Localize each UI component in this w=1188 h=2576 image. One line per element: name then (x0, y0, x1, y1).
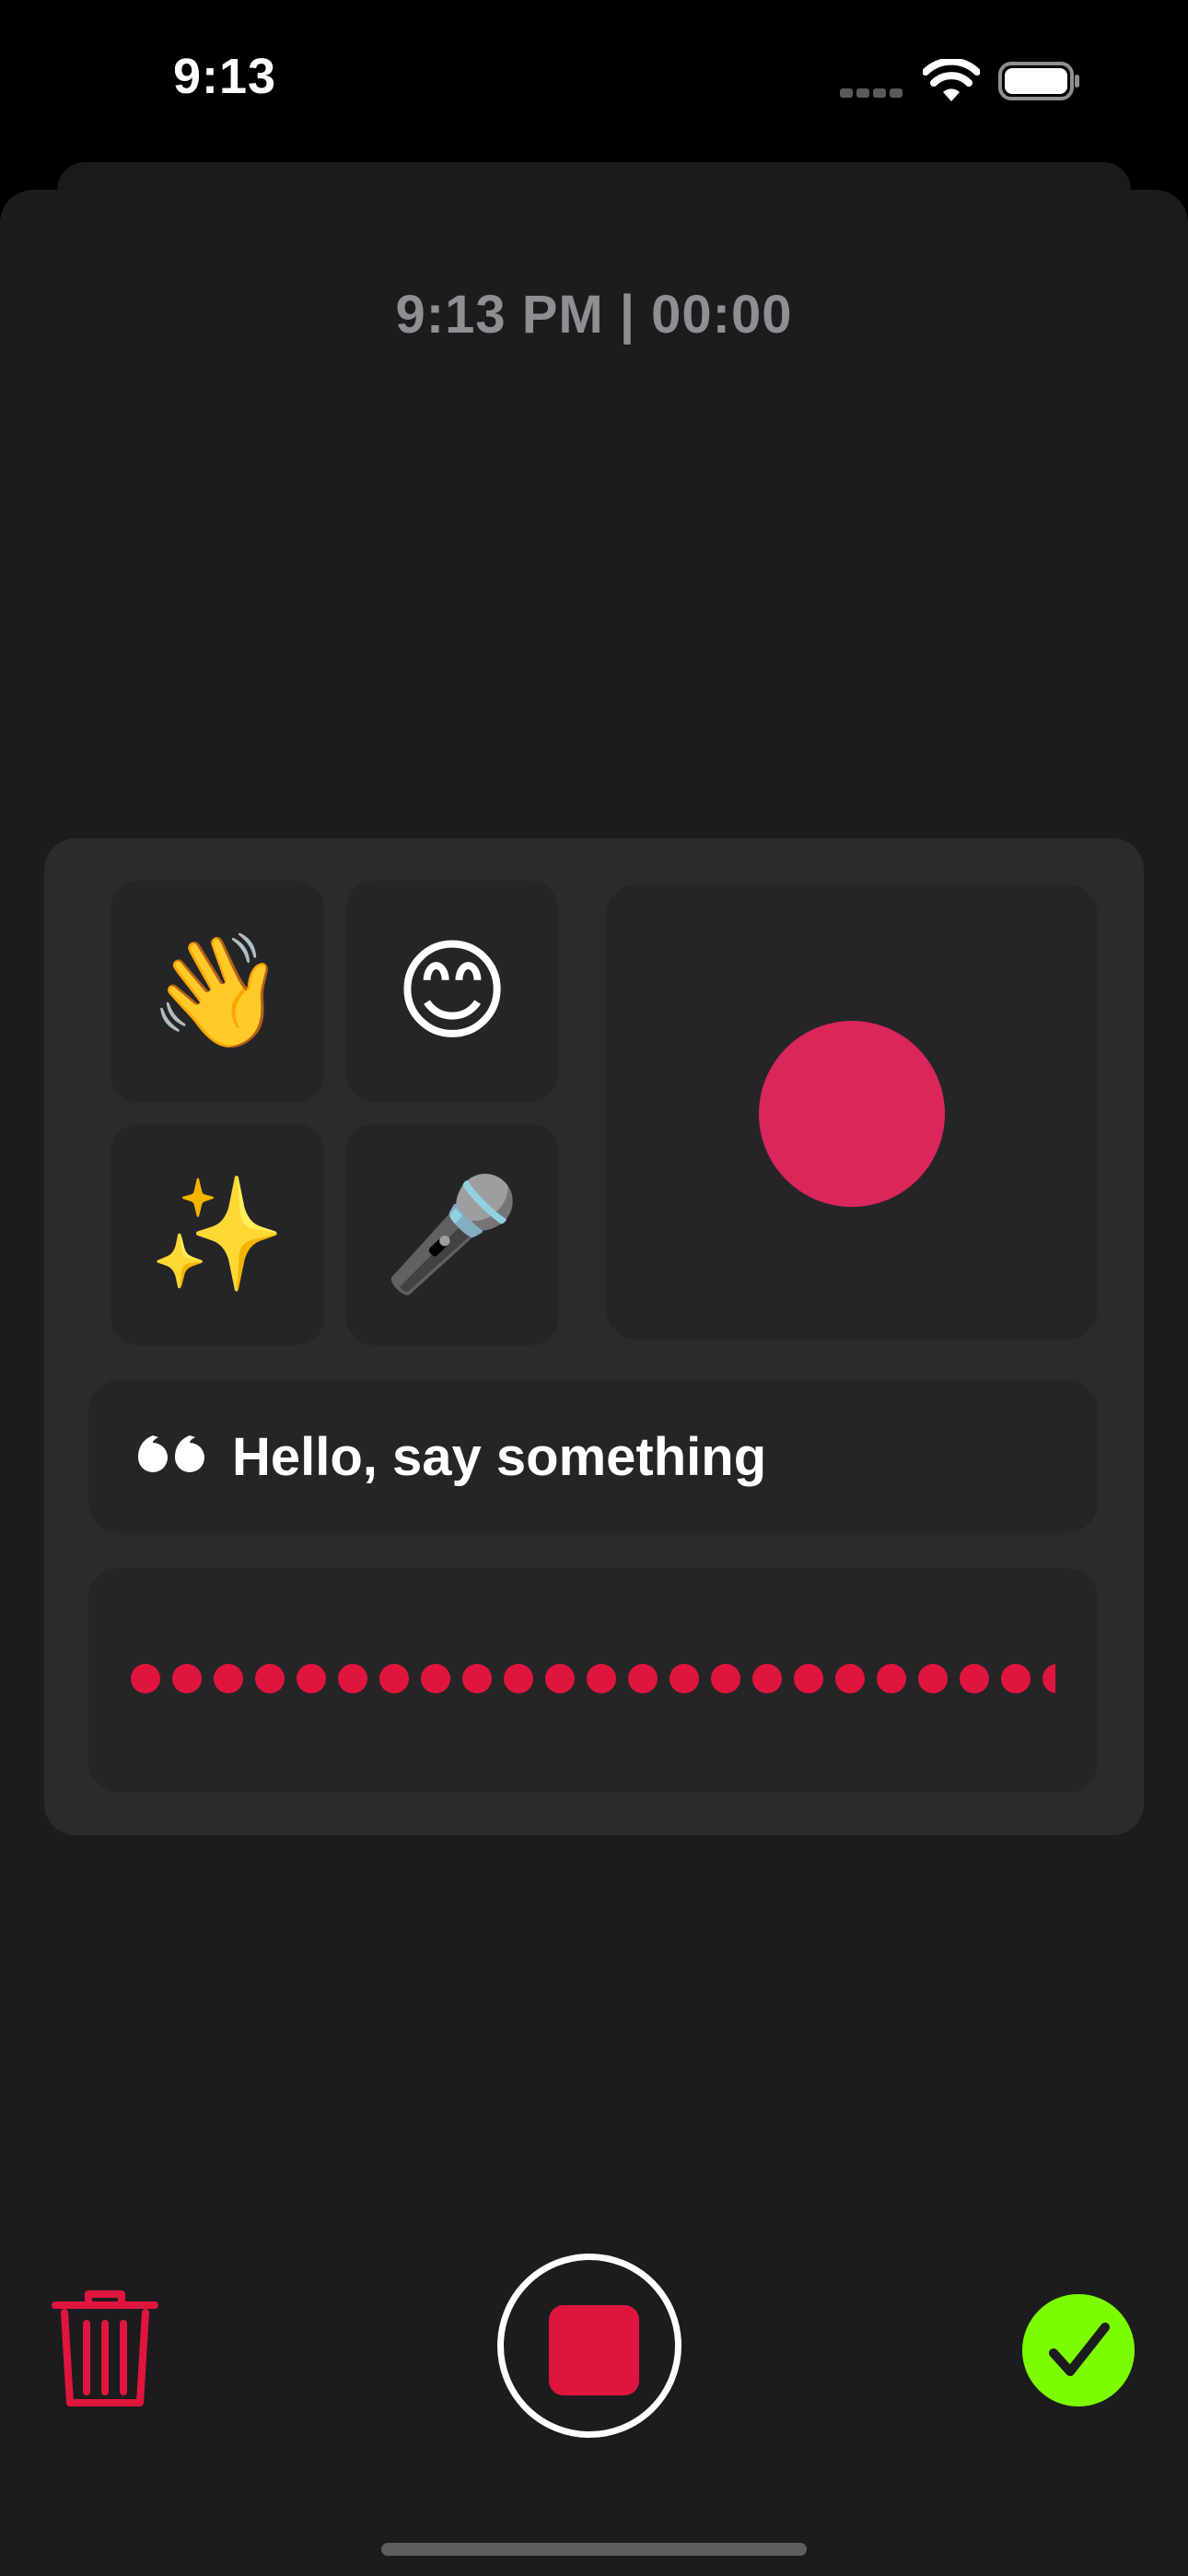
waveform-dot (172, 1664, 202, 1693)
wifi-icon (923, 59, 980, 101)
waveform-dot (670, 1664, 699, 1693)
waveform-dot (960, 1664, 989, 1693)
waveform-dot (504, 1664, 533, 1693)
smiling-face-icon: 😊 (394, 930, 510, 1053)
waveform-dot (379, 1664, 409, 1693)
microphone-icon: 🎤 (383, 1173, 521, 1296)
waveform-dot (421, 1664, 450, 1693)
waveform-dot (462, 1664, 492, 1693)
waveform-dot (1042, 1664, 1055, 1693)
prompt-text: Hello, say something (232, 1427, 767, 1487)
waveform (131, 1664, 1055, 1695)
waveform-dot (255, 1664, 285, 1693)
waveform-dot (628, 1664, 658, 1693)
battery-icon (998, 62, 1079, 100)
emoji-tile-smiling-face[interactable]: 😊 (346, 881, 558, 1102)
home-indicator (381, 2543, 807, 2556)
checkmark-icon (1049, 2323, 1110, 2376)
waveform-dot (338, 1664, 367, 1693)
waveform-dot (877, 1664, 906, 1693)
trash-icon[interactable] (52, 2289, 158, 2410)
waveform-dot (587, 1664, 616, 1693)
recording-indicator-dot (759, 1021, 945, 1207)
stop-icon[interactable] (549, 2305, 639, 2395)
waving-hand-icon: 👋 (148, 930, 286, 1053)
waveform-dot (297, 1664, 326, 1693)
quote-icon (138, 1435, 204, 1472)
waveform-dot (835, 1664, 865, 1693)
cellular-icon (840, 88, 904, 98)
sparkles-icon: ✨ (148, 1173, 286, 1296)
status-bar: 9:13 (0, 0, 1188, 161)
waveform-dot (214, 1664, 243, 1693)
waveform-dot (711, 1664, 740, 1693)
recording-timestamp: 9:13 PM | 00:00 (395, 285, 793, 345)
status-time: 9:13 (173, 49, 277, 104)
waveform-dot (1001, 1664, 1031, 1693)
waveform-dot (545, 1664, 575, 1693)
emoji-tile-sparkles[interactable]: ✨ (111, 1124, 324, 1345)
waveform-dot (918, 1664, 948, 1693)
waveform-dot (752, 1664, 782, 1693)
emoji-tile-microphone[interactable]: 🎤 (346, 1124, 558, 1345)
waveform-dot (131, 1664, 160, 1693)
waveform-dot (794, 1664, 823, 1693)
emoji-tile-waving-hand[interactable]: 👋 (111, 881, 324, 1102)
confirm-button[interactable] (1022, 2294, 1135, 2406)
